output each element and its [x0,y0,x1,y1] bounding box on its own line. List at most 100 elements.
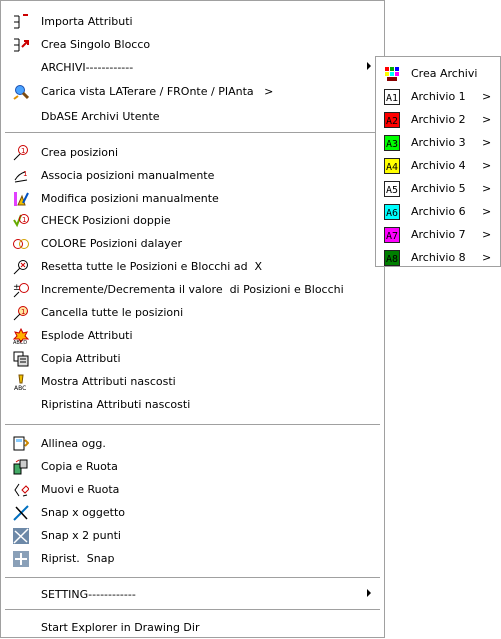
menu-item-label: Carica vista LATerare / FROnte / PIAnta … [41,85,274,98]
submenu-item-archivio-7[interactable]: A7 Archivio 7 > [376,224,500,246]
menu-item-incrementa[interactable]: ± Incremente/Decrementa il valore di Pos… [1,279,384,301]
menu-item-label: Copia e Ruota [41,460,118,473]
submenu-item-label: Archivio 4 [411,159,466,172]
submenu-item-archivio-8[interactable]: A8 Archivio 8 > [376,247,500,269]
submenu-item-label: Archivio 5 [411,182,466,195]
menu-item-label: DbASE Archivi Utente [41,110,160,123]
submenu-item-crea-archivi[interactable]: Crea Archivi [376,63,500,85]
svg-text:A1: A1 [386,93,398,104]
menu-item-label: Esplode Attributi [41,329,133,342]
menu-item-mostra-attributi[interactable]: ABC Mostra Attributi nascosti [1,371,384,393]
color-positions-icon [13,236,29,252]
menu-item-esplode-attributi[interactable]: ABCD Esplode Attributi [1,325,384,347]
edit-positions-icon [13,191,29,207]
archivi-submenu: Crea Archivi A1 Archivio 1 > A2 Archivio… [375,56,501,267]
submenu-item-label: Archivio 6 [411,205,466,218]
submenu-arrow: > [482,205,492,218]
menu-item-check-posizioni[interactable]: 1 CHECK Posizioni doppie [1,210,384,232]
submenu-arrow: > [482,113,492,126]
submenu-item-label: Crea Archivi [411,67,478,80]
submenu-arrow: > [482,136,492,149]
menu-item-label: Incremente/Decrementa il valore di Posiz… [41,283,344,296]
archive-2-icon: A2 [384,112,400,128]
copy-rotate-icon [13,459,29,475]
increment-icon: ± [13,282,29,298]
import-attributes-icon [13,14,29,30]
submenu-arrow-icon [367,589,371,597]
submenu-item-archivio-5[interactable]: A5 Archivio 5 > [376,178,500,200]
menu-item-crea-singolo-blocco[interactable]: Crea Singolo Blocco [1,34,384,56]
menu-item-label: Snap x 2 punti [41,529,121,542]
svg-text:A4: A4 [386,162,398,173]
menu-item-label: Mostra Attributi nascosti [41,375,176,388]
submenu-arrow: > [482,159,492,172]
menu-item-riprist-snap[interactable]: Riprist. Snap [1,548,384,570]
submenu-item-archivio-3[interactable]: A3 Archivio 3 > [376,132,500,154]
menu-item-allinea[interactable]: Allinea ogg. [1,433,384,455]
menu-item-snap-oggetto[interactable]: Snap x oggetto [1,502,384,524]
submenu-arrow-icon [367,62,371,70]
menu-item-colore-posizioni[interactable]: COLORE Posizioni dalayer [1,233,384,255]
copy-attributes-icon [13,351,29,367]
load-view-icon [13,84,29,100]
submenu-item-archivio-4[interactable]: A4 Archivio 4 > [376,155,500,177]
delete-positions-icon: 1 [13,305,29,321]
context-menu: Importa Attributi Crea Singolo Blocco AR… [0,0,385,638]
menu-item-modifica-posizioni[interactable]: Modifica posizioni manualmente [1,188,384,210]
menu-item-copia-attributi[interactable]: Copia Attributi [1,348,384,370]
svg-text:1: 1 [21,147,25,155]
menu-item-label: Cancella tutte le posizioni [41,306,184,319]
menu-item-archivi[interactable]: ARCHIVI------------ [1,57,384,79]
menu-item-crea-posizioni[interactable]: 1 Crea posizioni [1,142,384,164]
submenu-item-archivio-1[interactable]: A1 Archivio 1 > [376,86,500,108]
menu-item-snap-2-punti[interactable]: Snap x 2 punti [1,525,384,547]
submenu-item-label: Archivio 8 [411,251,466,264]
svg-text:A6: A6 [386,208,398,219]
menu-item-label: Crea posizioni [41,146,119,159]
svg-text:A5: A5 [386,185,398,196]
submenu-item-archivio-6[interactable]: A6 Archivio 6 > [376,201,500,223]
menu-separator [5,424,380,426]
submenu-item-label: Archivio 1 [411,90,466,103]
menu-separator [5,577,380,579]
menu-item-resetta-posizioni[interactable]: Resetta tutte le Posizioni e Blocchi ad … [1,256,384,278]
menu-item-muovi-ruota[interactable]: Muovi e Ruota [1,479,384,501]
svg-text:1: 1 [21,308,25,316]
submenu-arrow: > [482,251,492,264]
menu-item-associa-posizioni[interactable]: 1 Associa posizioni manualmente [1,165,384,187]
svg-text:A3: A3 [386,139,398,150]
svg-text:A7: A7 [386,231,398,242]
create-archives-icon [384,66,400,82]
submenu-arrow: > [482,182,492,195]
submenu-item-archivio-2[interactable]: A2 Archivio 2 > [376,109,500,131]
archive-3-icon: A3 [384,135,400,151]
archive-1-icon: A1 [384,89,400,105]
snap-object-icon [13,505,29,521]
menu-item-importa-attributi[interactable]: Importa Attributi [1,11,384,33]
show-hidden-attributes-icon: ABC [13,374,29,390]
svg-text:ABC: ABC [14,385,26,390]
menu-item-ripristina-attributi[interactable]: Ripristina Attributi nascosti [1,394,384,416]
menu-item-start-explorer[interactable]: Start Explorer in Drawing Dir [1,617,384,639]
menu-item-copia-ruota[interactable]: Copia e Ruota [1,456,384,478]
archive-8-icon: A8 [384,250,400,266]
menu-item-label: Snap x oggetto [41,506,125,519]
submenu-item-label: Archivio 3 [411,136,466,149]
restore-snap-icon [13,551,29,567]
submenu-item-label: Archivio 2 [411,113,466,126]
menu-item-label: Crea Singolo Blocco [41,38,151,51]
menu-item-cancella-posizioni[interactable]: 1 Cancella tutte le posizioni [1,302,384,324]
svg-text:A8: A8 [386,254,398,265]
menu-item-dbase-archivi[interactable]: DbASE Archivi Utente [1,106,384,128]
menu-item-label: Start Explorer in Drawing Dir [41,621,200,634]
submenu-arrow: > [482,228,492,241]
archive-5-icon: A5 [384,181,400,197]
snap-two-points-icon [13,528,29,544]
reset-positions-icon [13,259,29,275]
menu-item-label: Allinea ogg. [41,437,106,450]
align-objects-icon [13,436,29,452]
menu-item-setting[interactable]: SETTING------------ [1,584,384,606]
menu-item-carica-vista[interactable]: Carica vista LATerare / FROnte / PIAnta … [1,81,384,103]
menu-item-label: SETTING------------ [41,588,136,601]
explode-attributes-icon: ABCD [13,328,29,344]
